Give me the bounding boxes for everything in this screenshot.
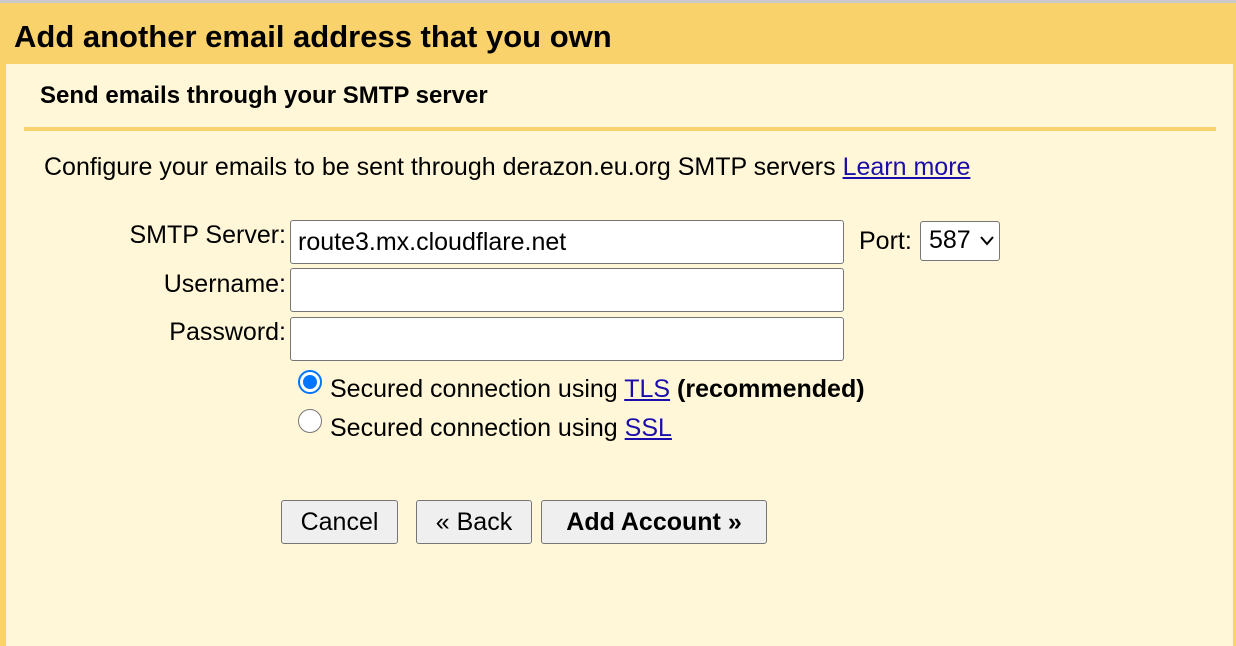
recommended-note: (recommended)	[677, 375, 865, 403]
dialog-panel: Send emails through your SMTP server Con…	[6, 64, 1233, 646]
tls-option[interactable]: Secured connection using TLS (recommende…	[298, 370, 865, 404]
chevron-down-icon	[980, 236, 994, 246]
tls-option-label: Secured connection using	[330, 375, 618, 403]
description-text: Configure your emails to be sent through…	[44, 153, 836, 181]
tls-link[interactable]: TLS	[624, 375, 670, 403]
smtp-server-label: SMTP Server:	[129, 221, 286, 249]
port-label: Port:	[859, 227, 912, 255]
cancel-button[interactable]: Cancel	[281, 500, 398, 544]
username-input[interactable]	[290, 268, 844, 312]
tls-radio[interactable]	[298, 370, 322, 394]
window-top-edge	[0, 0, 1236, 3]
ssl-radio[interactable]	[298, 409, 322, 433]
ssl-option-label: Secured connection using	[330, 414, 618, 442]
learn-more-link[interactable]: Learn more	[843, 153, 971, 181]
section-description: Configure your emails to be sent through…	[44, 151, 970, 183]
section-title: Send emails through your SMTP server	[40, 82, 488, 109]
dialog-title: Add another email address that you own	[14, 19, 612, 54]
add-account-button[interactable]: Add Account »	[541, 500, 767, 544]
password-input[interactable]	[290, 317, 844, 361]
smtp-server-input[interactable]	[290, 220, 844, 264]
ssl-option[interactable]: Secured connection using SSL	[298, 409, 672, 443]
password-label: Password:	[169, 318, 286, 346]
port-select[interactable]: 587	[920, 221, 1000, 261]
back-button[interactable]: « Back	[416, 500, 532, 544]
section-divider	[24, 127, 1216, 131]
username-label: Username:	[163, 270, 286, 298]
port-selected-value: 587	[929, 226, 971, 254]
ssl-link[interactable]: SSL	[625, 414, 672, 442]
